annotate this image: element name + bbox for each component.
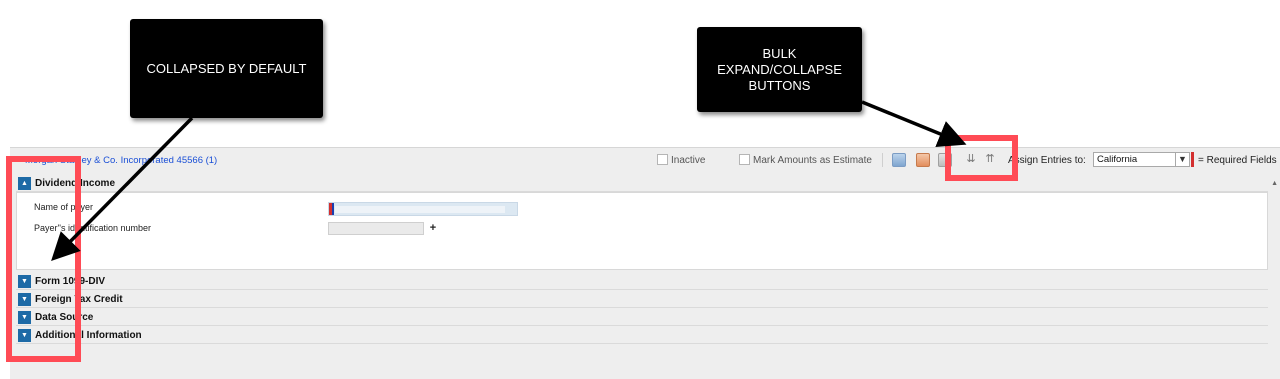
arrow-to-toggles: [51, 116, 194, 261]
arrow-to-bulk-buttons: [861, 100, 967, 148]
callout-arrows: [51, 100, 967, 261]
